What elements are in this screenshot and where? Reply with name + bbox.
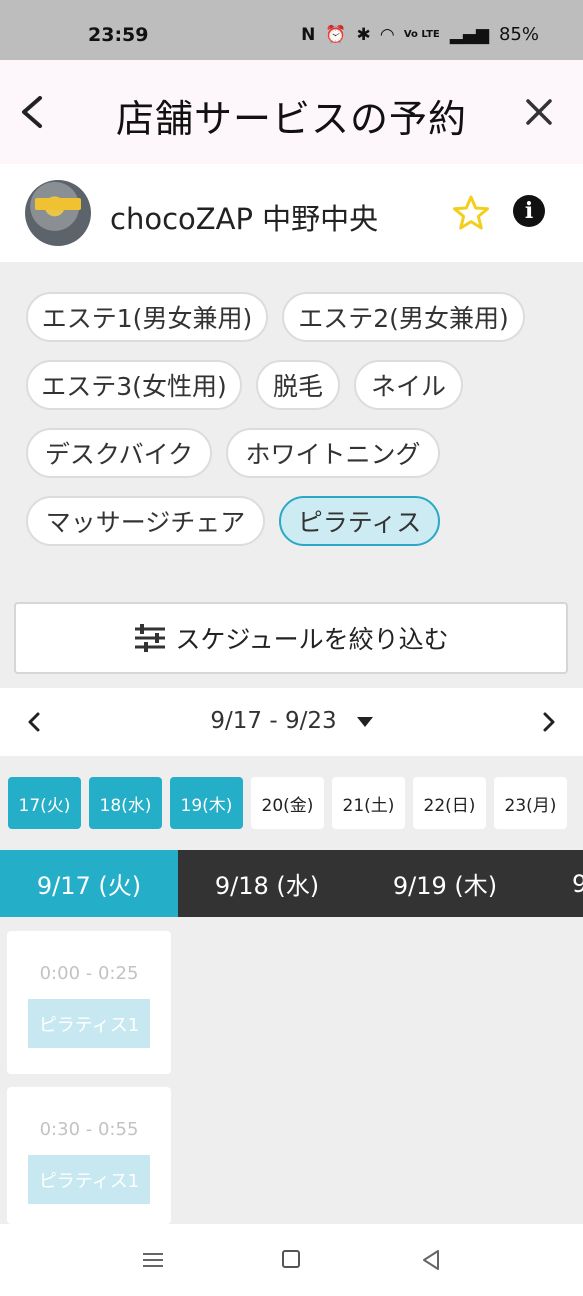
nfc-icon: N xyxy=(301,24,316,45)
service-chip-label: エステ2(男女兼用) xyxy=(298,304,509,333)
sliders-icon xyxy=(135,624,166,652)
week-range-label: 9/17 - 9/23 xyxy=(210,708,337,734)
filter-label: スケジュールを絞り込む xyxy=(175,625,449,654)
service-chip[interactable]: エステ1(男女兼用) xyxy=(26,292,268,342)
week-range-dropdown[interactable]: 9/17 - 9/23 xyxy=(0,708,583,734)
battery-level: 85% xyxy=(498,24,539,45)
bluetooth-icon: ✱ xyxy=(356,24,371,45)
star-outline-icon[interactable] xyxy=(452,194,490,232)
recent-apps-icon[interactable] xyxy=(143,1252,163,1268)
service-chip[interactable]: ネイル xyxy=(354,360,463,410)
system-icons: N ⏰ ✱ ◠ Vo LTE ▂▄▆ 85% xyxy=(301,24,539,45)
service-chip[interactable]: マッサージチェア xyxy=(26,496,265,546)
store-name: chocoZAP 中野中央 xyxy=(110,202,379,236)
service-chip-label: エステ3(女性用) xyxy=(41,372,227,401)
service-chip[interactable]: ホワイトニング xyxy=(226,428,440,478)
service-chip-label: マッサージチェア xyxy=(45,508,246,537)
day-chip[interactable]: 19(木) xyxy=(170,777,243,829)
signal-icon: ▂▄▆ xyxy=(449,24,489,45)
close-icon[interactable] xyxy=(521,94,557,130)
service-chip-label: デスクバイク xyxy=(44,440,194,469)
back-triangle-icon[interactable] xyxy=(420,1249,442,1271)
slot-service-label: ピラティス1 xyxy=(28,1155,150,1204)
tab-date[interactable]: 9/19 (木) xyxy=(356,850,534,917)
day-chip[interactable]: 22(日) xyxy=(413,777,486,829)
slot-time: 0:00 - 0:25 xyxy=(39,963,139,984)
day-chip[interactable]: 23(月) xyxy=(494,777,567,829)
system-nav-bar xyxy=(0,1224,583,1296)
chevron-right-icon[interactable] xyxy=(537,710,561,734)
service-chip-label: ホワイトニング xyxy=(245,440,421,469)
tab-date[interactable]: 9/18 (水) xyxy=(178,850,356,917)
service-chip[interactable]: デスクバイク xyxy=(26,428,212,478)
service-chip[interactable]: エステ2(男女兼用) xyxy=(282,292,525,342)
info-icon[interactable]: i xyxy=(513,195,545,227)
caret-down-icon xyxy=(356,716,373,727)
week-navigator: 9/17 - 9/23 xyxy=(0,688,583,756)
day-chip[interactable]: 21(土) xyxy=(332,777,405,829)
volte-icon: Vo LTE xyxy=(403,28,440,40)
filter-schedule-button[interactable]: スケジュールを絞り込む xyxy=(14,602,568,674)
day-selector: 17(火) 18(水) 19(木) 20(金) 21(土) 22(日) 23(月… xyxy=(8,777,583,829)
service-chip-label: エステ1(男女兼用) xyxy=(41,304,253,333)
service-chip-label: ピラティス xyxy=(297,508,422,537)
time-slot-card[interactable]: 0:30 - 0:55 ピラティス1 xyxy=(7,1087,171,1224)
tab-date[interactable]: 9/17 (火) xyxy=(0,850,178,917)
clock: 23:59 xyxy=(88,24,149,46)
service-chip-selected[interactable]: ピラティス xyxy=(279,496,440,546)
store-avatar xyxy=(25,180,91,246)
service-chip-label: 脱毛 xyxy=(272,372,323,401)
day-chip[interactable]: 18(水) xyxy=(89,777,162,829)
service-chip[interactable]: エステ3(女性用) xyxy=(26,360,242,410)
day-chip[interactable]: 20(金) xyxy=(251,777,324,829)
service-chip-label: ネイル xyxy=(370,372,446,401)
date-tab-bar: 9/17 (火) 9/18 (水) 9/19 (木) 9 xyxy=(0,850,583,917)
store-header: chocoZAP 中野中央 i xyxy=(0,164,583,262)
alarm-icon: ⏰ xyxy=(325,24,347,45)
slot-service-label: ピラティス1 xyxy=(28,999,150,1048)
status-bar: 23:59 N ⏰ ✱ ◠ Vo LTE ▂▄▆ 85% xyxy=(0,0,583,60)
wifi-icon: ◠ xyxy=(380,24,394,45)
home-icon[interactable] xyxy=(282,1250,300,1268)
day-chip[interactable]: 17(火) xyxy=(8,777,81,829)
tab-date[interactable]: 9 xyxy=(534,850,583,917)
app-header: 店舗サービスの予約 xyxy=(0,60,583,164)
time-slot-card[interactable]: 0:00 - 0:25 ピラティス1 xyxy=(7,931,171,1074)
service-chip[interactable]: 脱毛 xyxy=(256,360,340,410)
page-title: 店舗サービスの予約 xyxy=(115,97,467,141)
slot-time: 0:30 - 0:55 xyxy=(39,1119,139,1140)
